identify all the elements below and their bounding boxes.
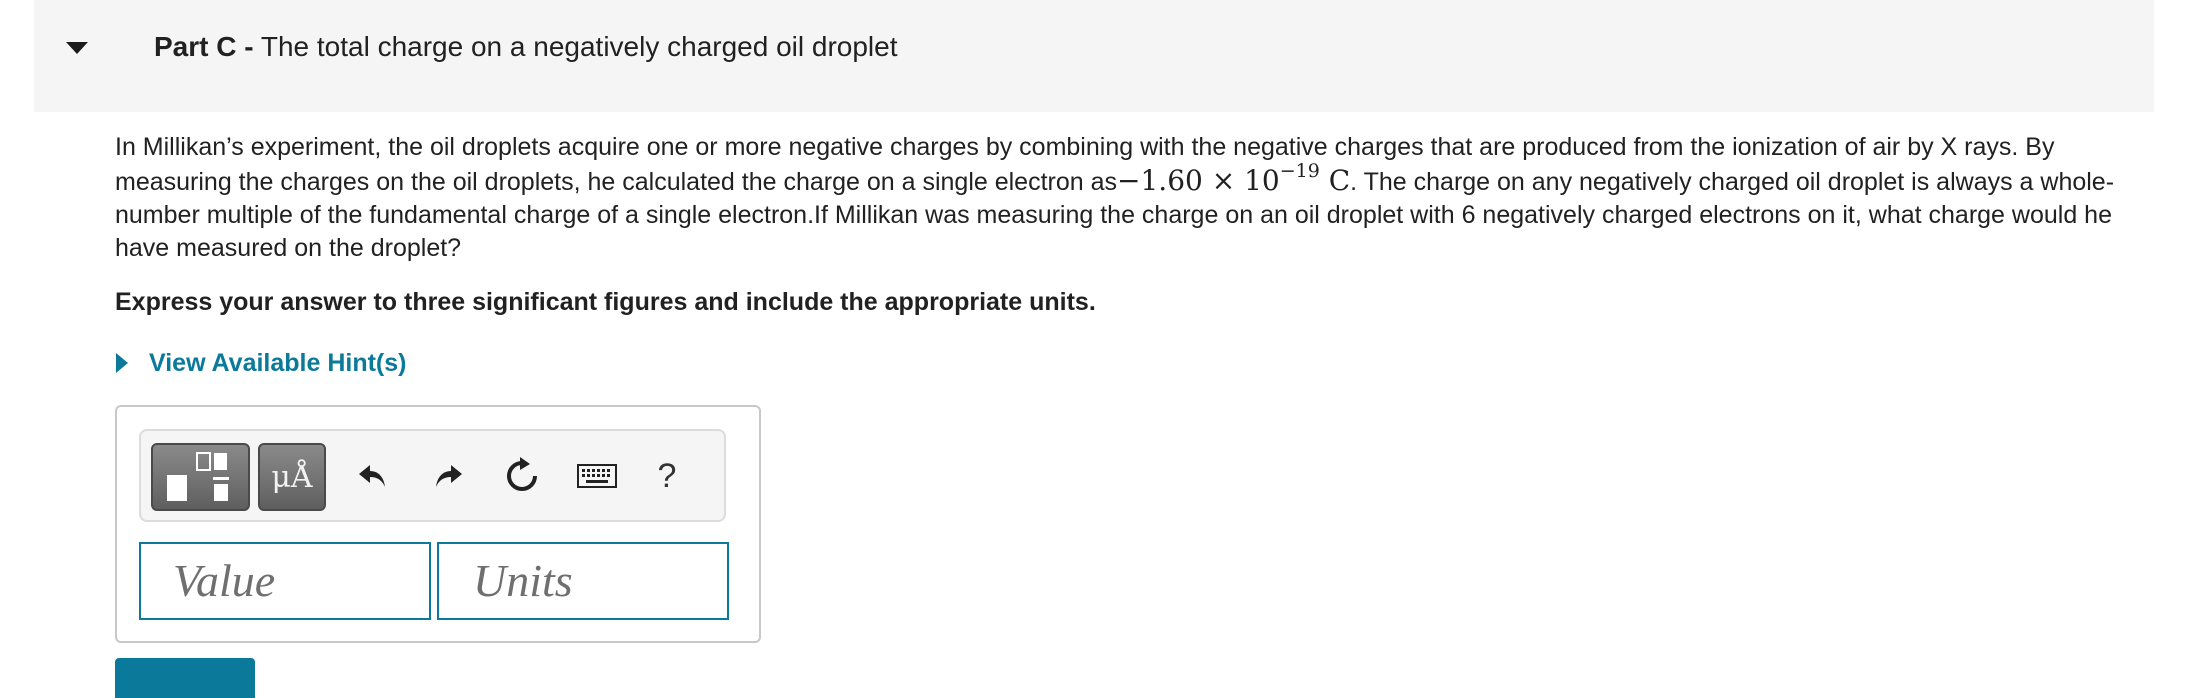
undo-icon: [359, 465, 385, 487]
submit-button[interactable]: [115, 658, 255, 698]
undo-button[interactable]: [351, 453, 395, 499]
problem-statement: In Millikan’s experiment, the oil drople…: [115, 131, 2125, 265]
math-toolbar: μÅ ?: [139, 429, 726, 522]
keyboard-icon: [577, 464, 617, 488]
charge-exponent: −19: [1279, 160, 1320, 182]
reset-icon: [507, 457, 537, 491]
help-button[interactable]: ?: [645, 453, 689, 499]
redo-icon: [436, 465, 462, 487]
part-header: Part C - The total charge on a negativel…: [34, 0, 2154, 112]
part-title-text: The total charge on a negatively charged…: [260, 31, 898, 62]
redo-button[interactable]: [426, 453, 470, 499]
value-input[interactable]: Value: [139, 542, 431, 620]
units-button[interactable]: μÅ: [258, 443, 326, 511]
view-hints-label: View Available Hint(s): [149, 348, 407, 377]
caret-right-icon: [116, 353, 128, 373]
charge-unit: C: [1328, 164, 1351, 197]
templates-icon: [167, 452, 229, 501]
view-hints-toggle[interactable]: View Available Hint(s): [115, 346, 406, 380]
electron-charge-math: −1.60 × 10−19 C: [1117, 162, 1351, 198]
keyboard-button[interactable]: [575, 453, 619, 499]
part-title: Part C - The total charge on a negativel…: [154, 30, 898, 64]
templates-button[interactable]: [151, 443, 250, 511]
part-label: Part C -: [154, 31, 254, 62]
collapse-part-toggle[interactable]: [62, 36, 92, 60]
caret-down-icon: [66, 42, 88, 54]
units-input[interactable]: Units: [437, 542, 729, 620]
reset-button[interactable]: [500, 453, 544, 499]
answer-instruction: Express your answer to three significant…: [115, 288, 1096, 316]
charge-mantissa: −1.60 × 10: [1117, 164, 1280, 197]
answer-box: μÅ ? Value Units: [115, 405, 761, 643]
